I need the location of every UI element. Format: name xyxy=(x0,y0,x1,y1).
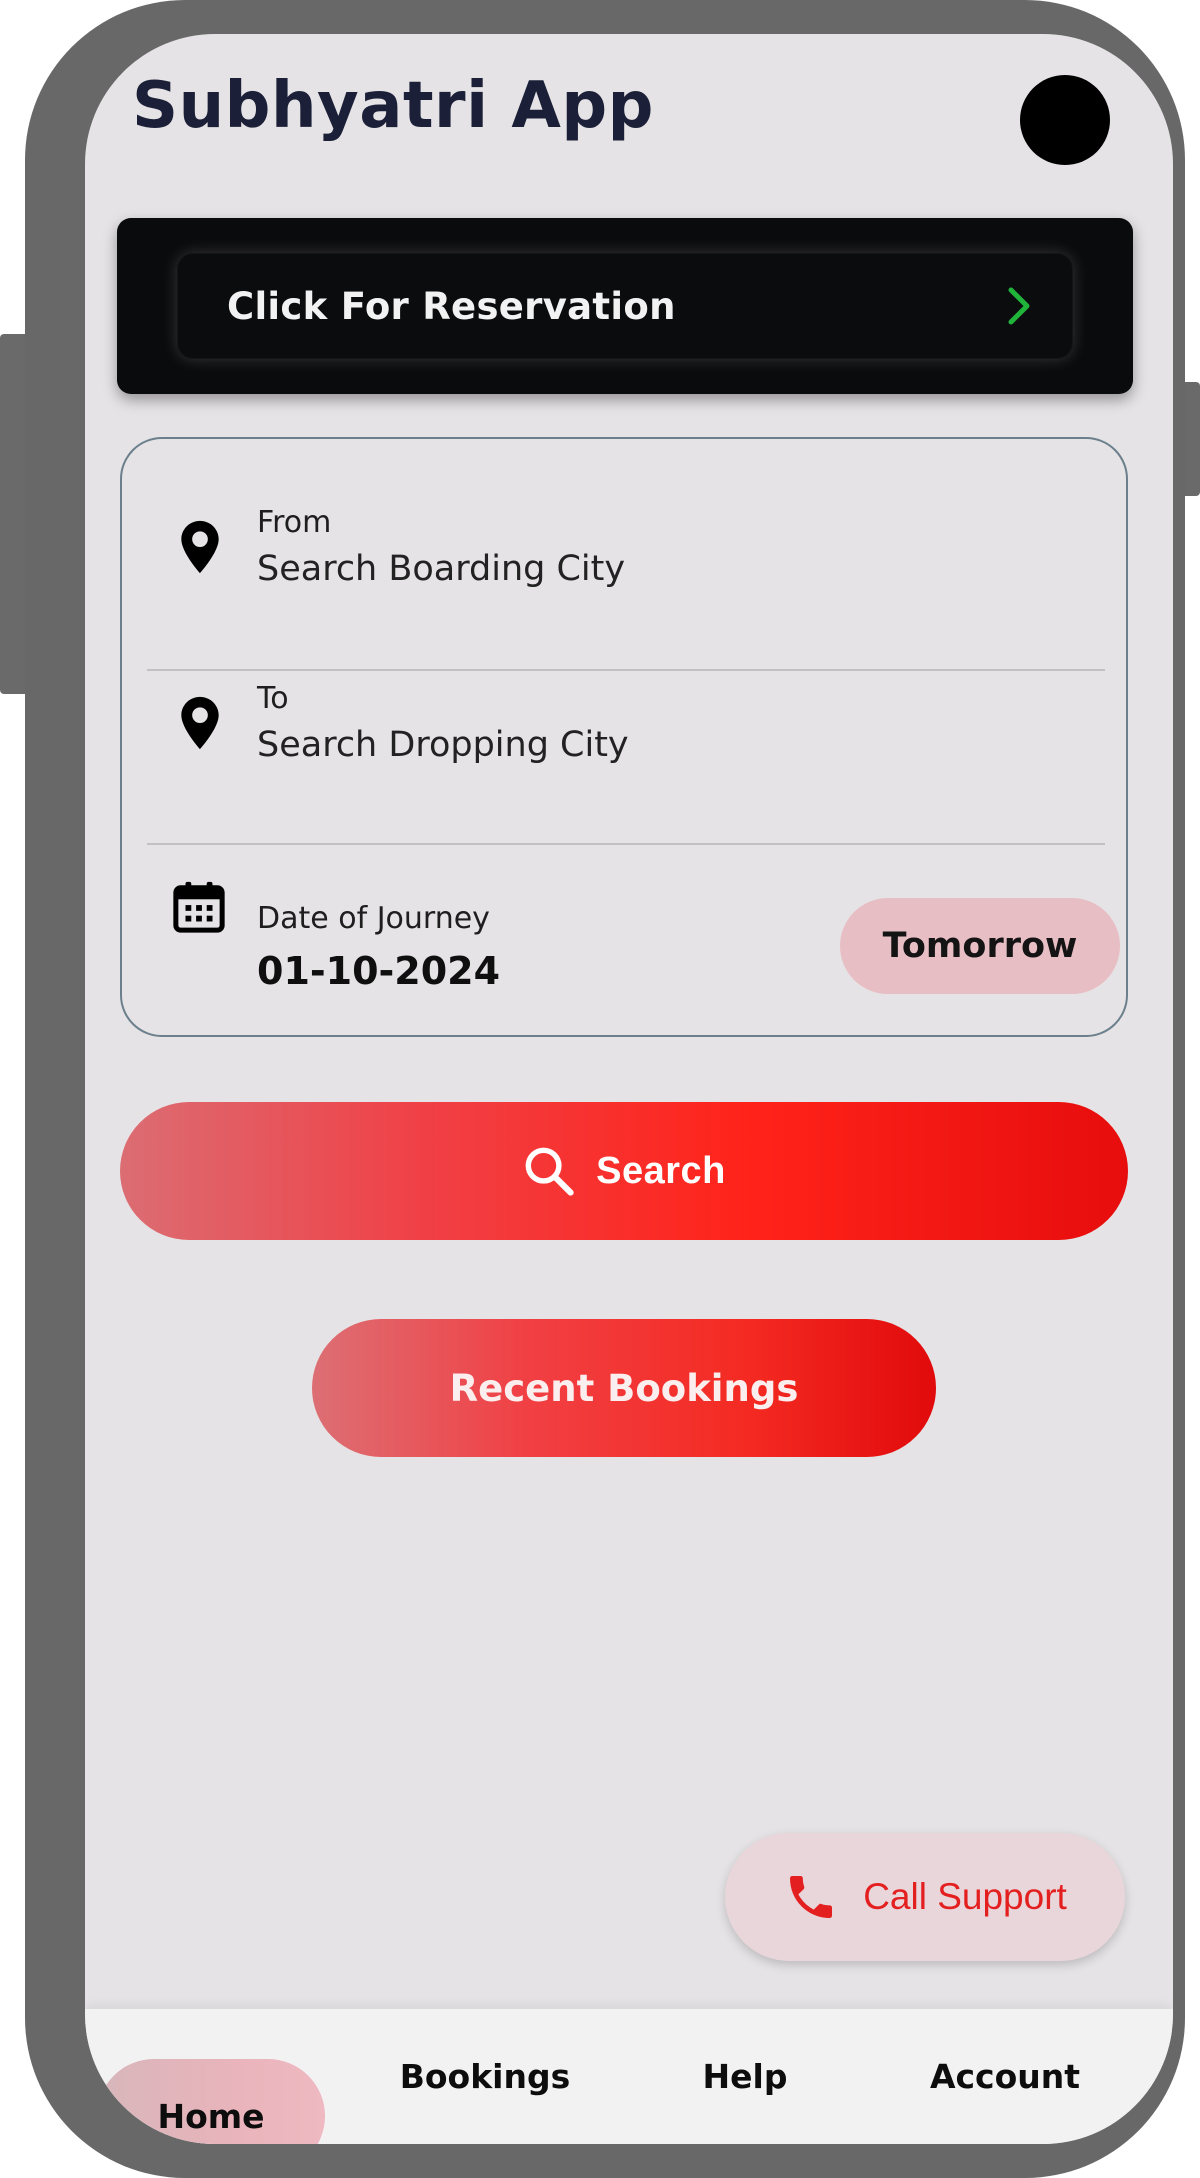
reservation-button[interactable]: Click For Reservation xyxy=(177,253,1073,359)
app-screen: Subhyatri App Click For Reservation From… xyxy=(85,34,1173,2144)
nav-account[interactable]: Account xyxy=(905,2009,1105,2144)
location-pin-icon xyxy=(181,520,219,574)
to-field[interactable]: To Search Dropping City xyxy=(122,615,1126,789)
to-input[interactable]: Search Dropping City xyxy=(257,725,629,765)
calendar-icon xyxy=(173,881,225,933)
search-icon xyxy=(525,1147,574,1196)
search-button[interactable]: Search xyxy=(120,1102,1128,1240)
phone-frame: Subhyatri App Click For Reservation From… xyxy=(25,0,1185,2178)
journey-search-card: From Search Boarding City To Search Drop… xyxy=(120,437,1128,1037)
reservation-banner: Click For Reservation xyxy=(117,218,1133,394)
chevron-right-icon xyxy=(1008,287,1030,325)
to-label: To xyxy=(257,681,289,716)
call-support-button[interactable]: Call Support xyxy=(725,1833,1125,1961)
divider xyxy=(147,843,1105,845)
recent-bookings-button[interactable]: Recent Bookings xyxy=(312,1319,936,1457)
app-title: Subhyatri App xyxy=(132,69,654,143)
nav-bookings[interactable]: Bookings xyxy=(385,2009,585,2144)
front-camera xyxy=(1020,75,1110,165)
bottom-navigation: Home Bookings Help Account xyxy=(85,2009,1173,2144)
date-value[interactable]: 01-10-2024 xyxy=(257,949,500,993)
search-label: Search xyxy=(596,1149,726,1192)
phone-icon xyxy=(790,1876,833,1918)
location-pin-icon xyxy=(181,696,219,750)
from-input[interactable]: Search Boarding City xyxy=(257,549,625,589)
nav-home[interactable]: Home xyxy=(97,2059,325,2144)
nav-help[interactable]: Help xyxy=(665,2009,825,2144)
from-field[interactable]: From Search Boarding City xyxy=(122,439,1126,613)
from-label: From xyxy=(257,505,332,540)
call-support-label: Call Support xyxy=(863,1876,1067,1917)
tomorrow-chip[interactable]: Tomorrow xyxy=(840,898,1120,994)
date-label: Date of Journey xyxy=(257,901,490,936)
reservation-label: Click For Reservation xyxy=(227,284,676,328)
